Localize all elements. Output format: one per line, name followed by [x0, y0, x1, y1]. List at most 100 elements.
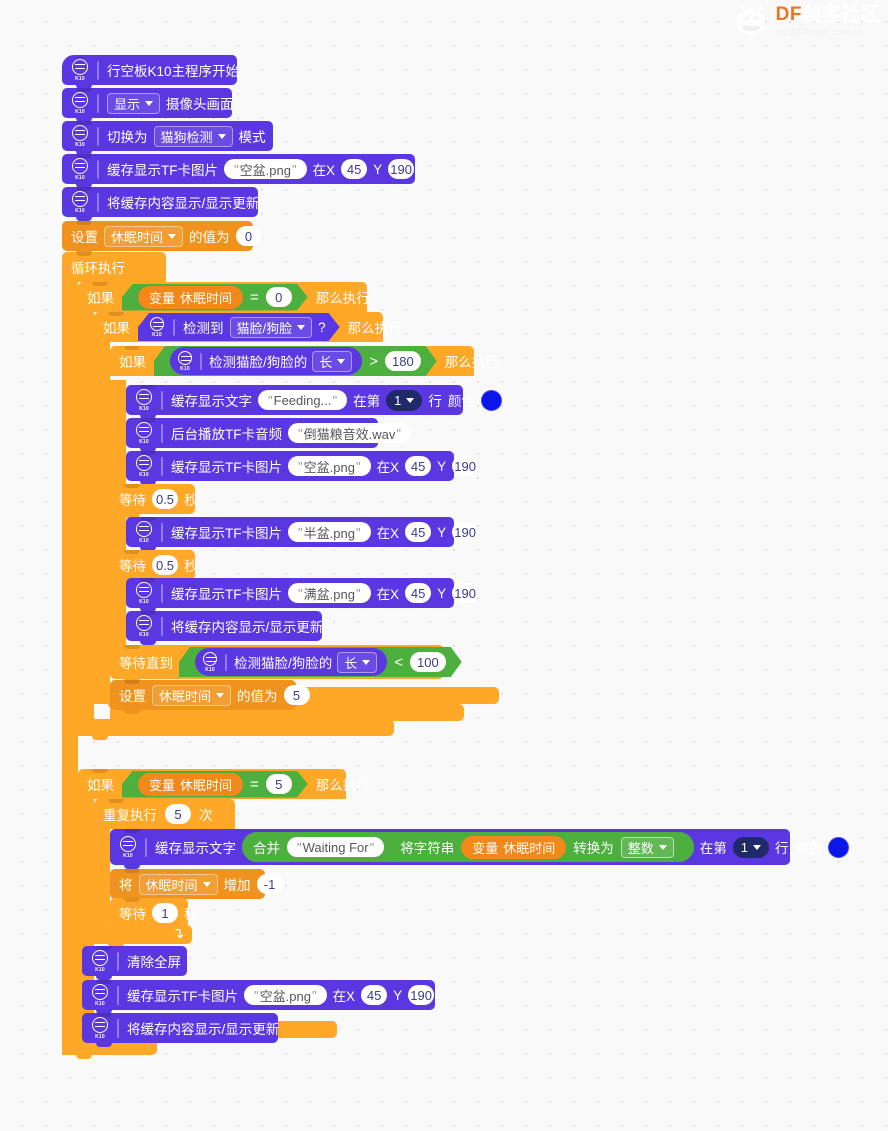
block-play-audio[interactable]: K10 后台播放TF卡音频 " 倒猫粮音效.wav " — [126, 418, 411, 452]
dimension-dropdown[interactable]: 长 — [337, 652, 377, 673]
chevron-down-icon — [168, 233, 177, 239]
chevron-down-icon — [297, 325, 305, 330]
block-if-detect-face-header[interactable]: 如果 K10 检测到 猫脸/狗脸 ? 那么执行 — [94, 312, 402, 342]
block-repeat-5-header[interactable]: 重复执行 5 次 — [94, 799, 235, 829]
x-input[interactable]: 45 — [405, 522, 432, 542]
text-input[interactable]: " Feeding... " — [258, 390, 348, 410]
repeat-prefix: 重复执行 — [103, 808, 157, 823]
less-than-operator[interactable]: K10 检测猫脸/狗脸的 长 < 100 — [179, 647, 462, 677]
block-refresh-2[interactable]: K10 将缓存内容显示/显示更新 — [126, 611, 323, 645]
block-display-camera[interactable]: K10 显示 摄像头画面 — [62, 88, 234, 122]
block-if-sleep-eq-0-header[interactable]: 如果 变量 休眠时间 = 0 那么执行 — [78, 282, 370, 312]
block-show-image-1[interactable]: K10 缓存显示TF卡图片 " 空盆.png " 在X 45 Y 190 — [62, 154, 415, 188]
x-input[interactable]: 45 — [341, 159, 368, 179]
image-file-input[interactable]: " 空盆.png " — [288, 456, 371, 476]
image-file-input[interactable]: " 满盆.png " — [288, 583, 371, 603]
change-value-input[interactable]: -1 — [256, 874, 283, 894]
block-wait-3[interactable]: 等待 1 秒 — [110, 898, 198, 932]
sensor-prefix: 检测猫脸/狗脸的 — [234, 656, 333, 671]
set-value-input[interactable]: 5 — [283, 685, 310, 705]
line-number-dropdown[interactable]: 1 — [386, 389, 423, 411]
equals-operator[interactable]: 变量 休眠时间 = 0 — [122, 284, 308, 311]
greater-than-operator[interactable]: K10 检测猫脸/狗脸的 长 > 180 — [154, 346, 437, 376]
audio-file-input[interactable]: " 倒猫粮音效.wav " — [288, 423, 411, 443]
block-set-variable-0[interactable]: 设置 休眠时间 的值为 0 — [62, 221, 262, 255]
variable-dropdown[interactable]: 休眠时间 — [104, 225, 184, 247]
display-camera-label: 摄像头画面 — [166, 97, 234, 112]
equals-operator[interactable]: 变量 休眠时间 = 5 — [122, 771, 308, 798]
detect-mode-dropdown[interactable]: 猫狗检测 — [153, 125, 233, 147]
face-length-sensor[interactable]: K10 检测猫脸/狗脸的 长 — [195, 648, 387, 676]
then-keyword: 那么执行 — [347, 321, 402, 336]
display-mode-dropdown[interactable]: 显示 — [107, 92, 161, 114]
line-number-dropdown[interactable]: 1 — [732, 836, 770, 858]
block-if-length-gt-180-header[interactable]: 如果 K10 检测猫脸/狗脸的 长 > 180 那么执行 — [110, 346, 499, 376]
x-input[interactable]: 45 — [405, 456, 432, 476]
cast-type-dropdown[interactable]: 整数 — [620, 836, 674, 858]
blocks-workspace[interactable]: K10 行空板K10主程序开始 K10 显示 摄像头画面 K10 切换为 猫狗检… — [0, 0, 888, 1131]
variable-sleep-time[interactable]: 变量 休眠时间 — [138, 773, 243, 796]
block-divider — [117, 985, 119, 1005]
wait-suffix: 秒 — [184, 907, 198, 922]
line-label-prefix: 在第 — [699, 841, 727, 856]
block-show-text-waiting[interactable]: K10 缓存显示文字 合并 " Waiting For " 将字符串 变量 休眠时… — [110, 829, 849, 869]
variable-sleep-time[interactable]: 变量 休眠时间 — [138, 286, 243, 309]
dimension-dropdown[interactable]: 长 — [312, 351, 352, 372]
block-show-image-2[interactable]: K10 缓存显示TF卡图片 " 空盆.png " 在X 45 Y 190 — [126, 451, 479, 485]
block-if-sleep-eq-5-header[interactable]: 如果 变量 休眠时间 = 5 那么执行 — [78, 769, 370, 799]
block-change-variable[interactable]: 将 休眠时间 增加 -1 — [110, 869, 283, 903]
set-suffix: 的值为 — [237, 689, 278, 704]
x-input[interactable]: 45 — [405, 583, 432, 603]
k10-board-icon: K10 — [70, 58, 90, 82]
detect-face-sensor[interactable]: K10 检测到 猫脸/狗脸 ? — [138, 313, 340, 341]
show-text-prefix: 缓存显示文字 — [155, 841, 236, 856]
compare-value-input[interactable]: 5 — [266, 774, 292, 794]
x-input[interactable]: 45 — [361, 985, 388, 1005]
variable-sleep-time[interactable]: 变量 休眠时间 — [461, 835, 567, 859]
block-start[interactable]: K10 行空板K10主程序开始 — [62, 55, 239, 89]
block-wait-2[interactable]: 等待 0.5 秒 — [110, 550, 198, 584]
block-clear-screen[interactable]: K10 清除全屏 — [82, 946, 187, 980]
block-if-sleep-eq-0-spine — [78, 312, 94, 736]
block-show-image-4[interactable]: K10 缓存显示TF卡图片 " 满盆.png " 在X 45 Y 190 — [126, 578, 479, 612]
y-input[interactable]: 190 — [452, 583, 479, 603]
compare-value-input[interactable]: 180 — [385, 351, 421, 371]
block-forever-header[interactable]: 循环执行 — [62, 252, 166, 282]
wait-seconds-input[interactable]: 1 — [152, 903, 178, 923]
cast-operator[interactable]: 将字符串 变量 休眠时间 转换为 整数 — [391, 834, 683, 860]
y-input[interactable]: 190 — [452, 522, 479, 542]
block-show-image-3[interactable]: K10 缓存显示TF卡图片 " 半盆.png " 在X 45 Y 190 — [126, 517, 479, 551]
color-swatch[interactable] — [827, 836, 849, 858]
face-length-sensor[interactable]: K10 检测猫脸/狗脸的 长 — [170, 347, 362, 375]
wait-seconds-input[interactable]: 0.5 — [152, 489, 178, 509]
block-wait-1[interactable]: 等待 0.5 秒 — [110, 484, 198, 518]
repeat-count-input[interactable]: 5 — [165, 804, 191, 824]
block-wait-until[interactable]: 等待直到 K10 检测猫脸/狗脸的 长 < 100 — [110, 645, 444, 683]
variable-dropdown[interactable]: 休眠时间 — [152, 684, 232, 706]
compare-value-input[interactable]: 0 — [266, 287, 292, 307]
face-type-dropdown[interactable]: 猫脸/狗脸 — [230, 317, 313, 338]
y-input[interactable]: 190 — [452, 456, 479, 476]
y-input[interactable]: 190 — [388, 159, 415, 179]
block-show-image-5[interactable]: K10 缓存显示TF卡图片 " 空盆.png " 在X 45 Y 190 — [82, 980, 435, 1014]
image-file-input[interactable]: " 空盆.png " — [224, 159, 307, 179]
k10-board-icon: K10 — [148, 315, 166, 339]
block-refresh-3[interactable]: K10 将缓存内容显示/显示更新 — [82, 1013, 279, 1047]
block-set-variable-5[interactable]: 设置 休眠时间 的值为 5 — [110, 680, 310, 714]
block-show-text-feeding[interactable]: K10 缓存显示文字 " Feeding... " 在第 1 行 颜色 — [126, 385, 502, 419]
variable-dropdown[interactable]: 休眠时间 — [138, 873, 218, 895]
wait-suffix: 秒 — [184, 493, 198, 508]
y-input[interactable]: 190 — [408, 985, 435, 1005]
image-file-input[interactable]: " 半盆.png " — [288, 522, 371, 542]
color-swatch[interactable] — [480, 389, 502, 411]
block-if-length-spine — [110, 380, 126, 655]
block-switch-mode[interactable]: K10 切换为 猫狗检测 模式 — [62, 121, 273, 155]
image-file-input[interactable]: " 空盆.png " — [244, 985, 327, 1005]
set-value-input[interactable]: 0 — [235, 226, 262, 246]
block-divider — [97, 192, 99, 212]
join-operator[interactable]: 合并 " Waiting For " 将字符串 变量 休眠时间 转换为 整数 — [242, 832, 694, 862]
join-text-input[interactable]: " Waiting For " — [287, 837, 385, 857]
block-refresh-1[interactable]: K10 将缓存内容显示/显示更新 — [62, 187, 259, 221]
compare-value-input[interactable]: 100 — [410, 652, 446, 672]
wait-seconds-input[interactable]: 0.5 — [152, 555, 178, 575]
